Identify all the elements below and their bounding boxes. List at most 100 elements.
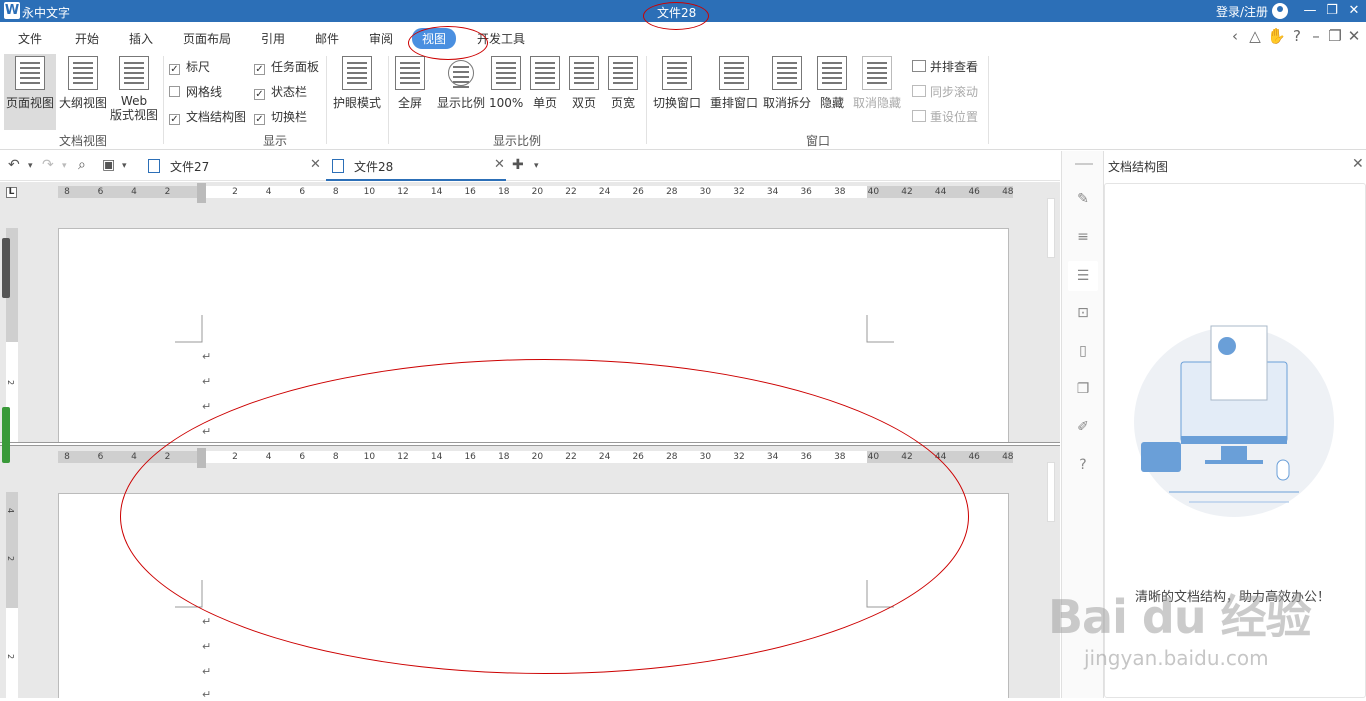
undo-dropdown-icon[interactable]: ▾ [28,161,33,171]
unhide-window-button[interactable]: 取消隐藏 [852,54,902,110]
print-preview-icon[interactable]: ⌕ [78,157,86,173]
doc-minimize-icon[interactable]: – [1307,26,1325,46]
annotation-circle-title [643,2,709,30]
outline-view-label: 大纲视图 [58,96,107,110]
switch-bar-label: 切换栏 [271,110,308,124]
tab-file28[interactable]: 文件28 ✕ [326,151,506,181]
menu-references[interactable]: 引用 [251,28,295,49]
ruler-tick-label: 2 [164,187,171,197]
watermark-logo: Bai du 经验 [1048,590,1312,644]
web-view-button[interactable]: Web 版式视图 [110,54,158,122]
unhide-window-label: 取消隐藏 [852,96,901,110]
group-window-label: 窗口 [806,134,831,148]
help-icon[interactable]: ? [1288,26,1306,46]
menu-file[interactable]: 文件 [8,28,52,49]
tab-stop-selector[interactable]: L [6,187,17,198]
side-by-side-button[interactable]: 并排查看 [912,58,978,75]
ruler-tick-label: 16 [464,187,476,197]
sliders-icon[interactable]: ≡ [1075,229,1091,245]
help-circle-icon[interactable]: ? [1075,457,1091,473]
vertical-ruler-handle[interactable] [2,407,10,463]
scrollbar-thumb[interactable] [1047,462,1055,522]
status-bar-checkbox[interactable]: ✓ 状态栏 [254,83,307,100]
menu-insert[interactable]: 插入 [119,28,163,49]
redo-icon[interactable]: ↷ [42,157,54,173]
zoom-100-button[interactable]: 100% [489,54,523,110]
ruler-tick-label: 24 [598,187,611,197]
switch-window-button[interactable]: 切换窗口 [652,54,702,110]
close-button[interactable]: ✕ [1344,2,1364,20]
outline-view-button[interactable]: 大纲视图 [57,54,109,110]
vertical-ruler-handle[interactable] [2,238,10,298]
save-icon[interactable]: ▣ [102,157,115,173]
paragraph-mark: ↵ [202,400,212,413]
vertical-scrollbar-top[interactable] [1044,198,1058,442]
unsplit-label: 取消拆分 [762,96,811,110]
edit-icon[interactable]: ✐ [1075,419,1091,435]
panel-title: 文档结构图 [1108,160,1169,174]
panel-close-icon[interactable]: ✕ [1352,156,1364,172]
reset-position-button[interactable]: 重设位置 [912,108,978,125]
hand-icon[interactable]: ✋ [1267,26,1286,46]
unsplit-icon [772,56,802,90]
gridlines-checkbox[interactable]: 网格线 [169,83,222,100]
zoom-100-icon [491,56,521,90]
chevron-left-icon[interactable]: ‹ [1226,26,1244,46]
ribbon: 页面视图 大纲视图 Web 版式视图 文档视图 ✓ 标尺 网格线 ✓ 文档结构图 ✓… [0,52,1366,150]
page-view-label: 页面视图 [5,96,54,110]
hide-window-label: 隐藏 [819,96,844,110]
indent-marker[interactable] [197,183,206,203]
tab-file27[interactable]: 文件27 ✕ [146,151,322,181]
double-page-label: 双页 [571,96,596,110]
restore-button[interactable]: ❐ [1322,2,1342,20]
redo-dropdown-icon[interactable]: ▾ [62,161,67,171]
undo-icon[interactable]: ↶ [8,157,20,173]
user-avatar-icon[interactable] [1272,3,1288,19]
collapse-ribbon-icon[interactable]: △ [1246,26,1264,46]
customize-toolbar-icon[interactable]: ▾ [122,161,127,171]
tab-close-icon[interactable]: ✕ [494,157,505,172]
single-page-button[interactable]: 单页 [529,54,561,110]
copy-icon[interactable]: ❐ [1075,381,1091,397]
eye-mode-button[interactable]: 护眼模式 [331,54,383,110]
menu-mailings[interactable]: 邮件 [305,28,349,49]
lock-icon[interactable]: ⊡ [1075,305,1091,321]
sync-scroll-button[interactable]: 同步滚动 [912,83,978,100]
ruler-checkbox[interactable]: ✓ 标尺 [169,58,210,75]
doc-map-icon[interactable]: ☰ [1068,261,1098,291]
ruler-tick-label: 48 [1002,187,1014,197]
arrange-window-label: 重排窗口 [709,96,758,110]
task-pane-checkbox[interactable]: ✓ 任务面板 [254,58,319,75]
doc-map-checkbox[interactable]: ✓ 文档结构图 [169,108,246,125]
minimize-button[interactable]: — [1300,2,1320,20]
zoom-button[interactable]: 显示比例 [436,54,486,110]
paragraph-mark: ↵ [202,350,212,363]
unsplit-button[interactable]: 取消拆分 [762,54,812,110]
vertical-scrollbar-bottom[interactable] [1044,462,1058,698]
doc-close-icon[interactable]: ✕ [1345,26,1363,46]
ruler-tick-label: 46 [968,187,980,197]
scrollbar-thumb[interactable] [1047,198,1055,258]
ribbon-separator [388,56,389,144]
new-document-icon[interactable]: ✚ [512,157,524,173]
clipboard-icon[interactable]: ▯ [1075,343,1091,359]
new-document-dropdown-icon[interactable]: ▾ [534,161,539,171]
arrange-window-button[interactable]: 重排窗口 [709,54,759,110]
tab-close-icon[interactable]: ✕ [310,157,321,172]
page-width-button[interactable]: 页宽 [607,54,639,110]
menu-home[interactable]: 开始 [65,28,109,49]
menu-review[interactable]: 审阅 [359,28,403,49]
hide-window-button[interactable]: 隐藏 [817,54,847,110]
pen-icon[interactable]: ✎ [1075,191,1091,207]
zoom-label: 显示比例 [436,96,485,110]
group-zoom-label: 显示比例 [493,134,542,148]
menu-page-layout[interactable]: 页面布局 [173,28,241,49]
double-page-button[interactable]: 双页 [567,54,601,110]
zoom-100-label: 100% [489,96,524,110]
switch-bar-checkbox[interactable]: ✓ 切换栏 [254,108,307,125]
doc-restore-icon[interactable]: ❐ [1326,26,1344,46]
page-view-icon [15,56,45,90]
fullscreen-button[interactable]: 全屏 [394,54,426,110]
page-view-button[interactable]: 页面视图 [4,54,56,130]
login-link[interactable]: 登录/注册 [1216,3,1268,20]
